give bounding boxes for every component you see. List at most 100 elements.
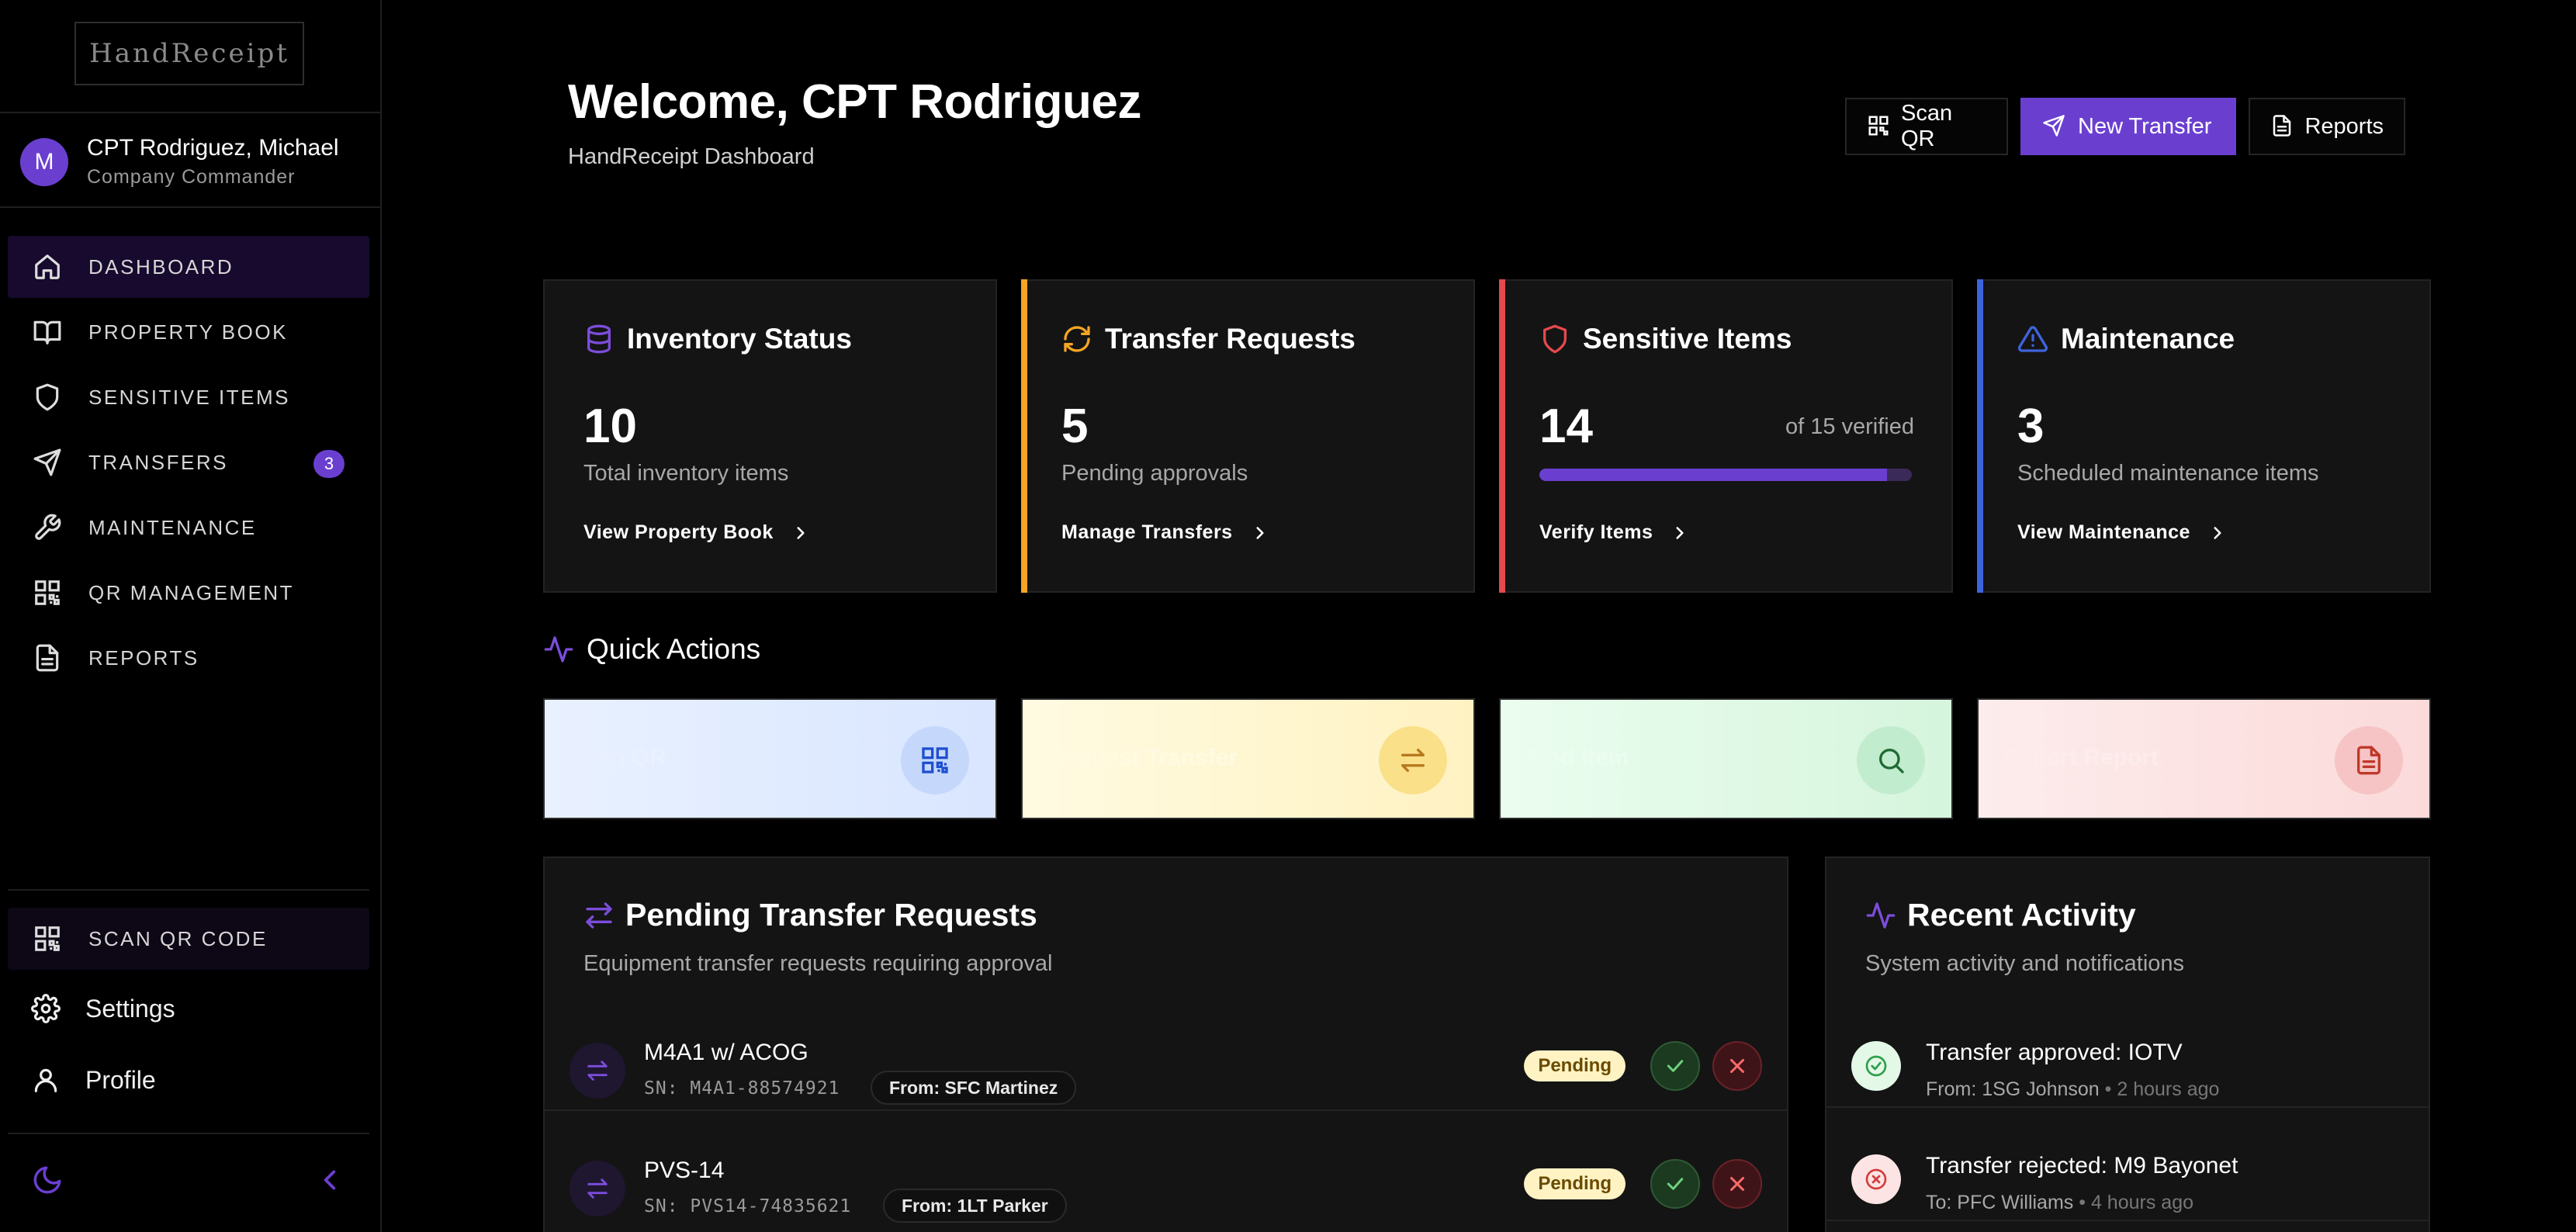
activity-time: 2 hours ago (2117, 1078, 2220, 1100)
user-role: Company Commander (87, 166, 296, 188)
home-icon (31, 251, 64, 283)
sidebar-item-label: SCAN QR CODE (88, 926, 268, 950)
transfer-request-row[interactable]: PVS-14 SN: PVS14-74835621 From: 1LT Park… (545, 1130, 1787, 1232)
transfers-count-badge: 3 (313, 450, 345, 478)
card-accent-bar (1499, 279, 1505, 593)
activity-meta: To: PFC Williams • 4 hours ago (1926, 1192, 2193, 1213)
card-description: Total inventory items (583, 461, 789, 486)
card-link-label: View Maintenance (2017, 521, 2190, 543)
view-maintenance-link[interactable]: View Maintenance (2017, 521, 2228, 544)
activity-time: 4 hours ago (2090, 1192, 2193, 1213)
sidebar-item-dashboard[interactable]: DASHBOARD (8, 236, 369, 298)
quick-action-request-transfer[interactable]: Request Transfer (1021, 698, 1475, 819)
sidebar-item-label: REPORTS (88, 645, 199, 670)
shield-icon (1539, 324, 1570, 355)
new-transfer-button[interactable]: New Transfer (2020, 98, 2236, 155)
reports-button[interactable]: Reports (2249, 98, 2405, 155)
row-divider (1826, 1106, 2429, 1108)
card-description: Pending approvals (1061, 461, 1248, 486)
activity-actor: From: 1SG Johnson (1926, 1078, 2100, 1100)
quick-actions-title: Quick Actions (587, 633, 761, 665)
quick-action-find-item[interactable]: Find Item (1499, 698, 1953, 819)
activity-item[interactable]: Transfer approved: IOTV From: 1SG Johnso… (1826, 1010, 2429, 1126)
card-value: 3 (2017, 400, 2045, 453)
sidebar: HandReceipt M CPT Rodriguez, Michael Com… (0, 0, 382, 1232)
panel-subtitle: System activity and notifications (1865, 951, 2185, 976)
activity-meta: From: 1SG Johnson • 2 hours ago (1926, 1078, 2220, 1100)
manage-transfers-link[interactable]: Manage Transfers (1061, 521, 1270, 544)
quick-action-export-report[interactable]: Export Report (1977, 698, 2431, 819)
avatar-initial: M (34, 148, 54, 175)
sidebar-item-sensitive-items[interactable]: SENSITIVE ITEMS (8, 366, 369, 428)
approve-button[interactable] (1650, 1159, 1700, 1209)
moon-icon[interactable] (31, 1164, 64, 1196)
verify-items-link[interactable]: Verify Items (1539, 521, 1690, 544)
row-divider (1826, 1220, 2429, 1221)
file-icon (31, 642, 64, 674)
pending-transfers-panel: Pending Transfer Requests Equipment tran… (543, 857, 1788, 1232)
sidebar-item-label: Settings (85, 994, 175, 1023)
serial-number: SN: PVS14-74835621 (644, 1196, 852, 1216)
activity-actor: To: PFC Williams (1926, 1192, 2074, 1213)
close-icon (1730, 1059, 1744, 1073)
status-badge: Pending (1524, 1050, 1626, 1081)
sensitive-items-card: Sensitive Items 14 of 15 verified Verify… (1499, 279, 1953, 593)
shield-icon (31, 381, 64, 414)
user-name: CPT Rodriguez, Michael (87, 135, 339, 161)
sidebar-item-transfers[interactable]: TRANSFERS 3 (8, 431, 369, 493)
item-name: M4A1 w/ ACOG (644, 1040, 808, 1065)
search-icon (1857, 726, 1925, 794)
check-icon (1667, 1178, 1684, 1190)
scan-qr-button[interactable]: Scan QR (1845, 98, 2008, 155)
card-title: Sensitive Items (1583, 323, 1792, 355)
panel-subtitle: Equipment transfer requests requiring ap… (583, 951, 1053, 976)
page-subtitle: HandReceipt Dashboard (568, 144, 815, 169)
app-logo[interactable]: HandReceipt (74, 22, 304, 85)
reject-button[interactable] (1712, 1041, 1762, 1091)
view-property-book-link[interactable]: View Property Book (583, 521, 811, 544)
sidebar-divider (0, 112, 382, 113)
sidebar-item-maintenance[interactable]: MAINTENANCE (8, 497, 369, 559)
chevron-right-icon (1256, 526, 1264, 539)
app-logo-text: HandReceipt (89, 38, 289, 69)
sidebar-item-qr-management[interactable]: QR MANAGEMENT (8, 562, 369, 624)
panel-title: Recent Activity (1907, 897, 2136, 933)
new-transfer-button-label: New Transfer (2078, 113, 2212, 139)
qr-icon (31, 576, 64, 609)
from-badge: From: SFC Martinez (871, 1071, 1077, 1105)
maintenance-card: Maintenance 3 Scheduled maintenance item… (1977, 279, 2431, 593)
card-value: 14 (1539, 400, 1593, 453)
sidebar-item-property-book[interactable]: PROPERTY BOOK (8, 301, 369, 363)
status-badge: Pending (1524, 1168, 1626, 1199)
recent-activity-panel: Recent Activity System activity and noti… (1825, 857, 2430, 1232)
approve-button[interactable] (1650, 1041, 1700, 1091)
check-circle-icon (1851, 1041, 1901, 1091)
card-link-label: Manage Transfers (1061, 521, 1233, 543)
qr-icon (1867, 114, 1890, 139)
activity-title: Transfer rejected: M9 Bayonet (1926, 1153, 2238, 1178)
refresh-icon (1061, 324, 1092, 355)
serial-number: SN: M4A1-88574921 (644, 1078, 840, 1099)
card-accent-bar (1977, 279, 1983, 593)
sidebar-item-label: QR MANAGEMENT (88, 580, 295, 604)
user-profile-summary[interactable]: M CPT Rodriguez, Michael Company Command… (20, 135, 339, 189)
sidebar-item-settings[interactable]: Settings (8, 978, 369, 1040)
reject-button[interactable] (1712, 1159, 1762, 1209)
quick-action-label: Export Report (2003, 745, 2159, 770)
sidebar-item-reports[interactable]: REPORTS (8, 627, 369, 689)
card-link-label: Verify Items (1539, 521, 1653, 543)
collapse-sidebar-icon[interactable] (313, 1164, 346, 1196)
database-icon (583, 324, 615, 355)
send-icon (31, 446, 64, 479)
check-icon (1667, 1060, 1684, 1072)
sidebar-divider (0, 206, 382, 208)
sidebar-item-profile[interactable]: Profile (8, 1049, 369, 1111)
activity-item[interactable]: Transfer rejected: M9 Bayonet To: PFC Wi… (1826, 1123, 2429, 1232)
transfer-requests-card: Transfer Requests 5 Pending approvals Ma… (1021, 279, 1475, 593)
sidebar-scan-qr-code[interactable]: SCAN QR CODE (8, 908, 369, 970)
quick-action-scan-qr[interactable]: Scan QR (543, 698, 997, 819)
chevron-right-icon (1676, 526, 1684, 539)
activity-icon (1866, 902, 1896, 929)
swap-icon (570, 1043, 625, 1099)
card-value: 5 (1061, 400, 1089, 453)
